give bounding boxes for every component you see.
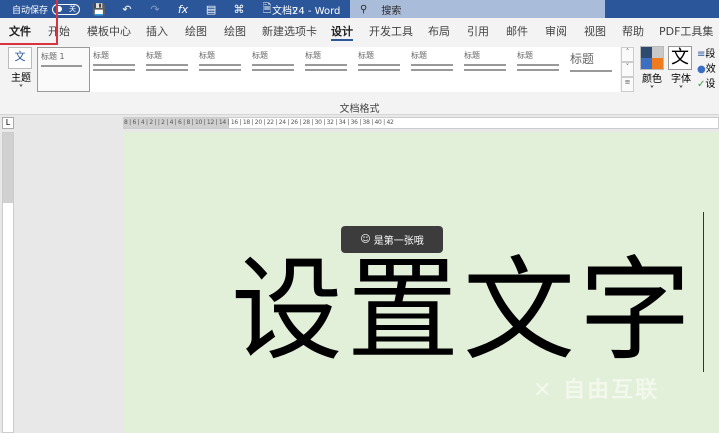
colors-label: 颜色 bbox=[642, 74, 662, 85]
tab-draw[interactable]: 绘图 bbox=[185, 25, 207, 38]
watermark-logo: ✕ 自由互联 bbox=[533, 378, 660, 403]
style-set-item[interactable]: 标题 bbox=[567, 47, 620, 92]
style-set-gallery: 标题 1 标题 标题 标题 标题 标题 标题 标题 标题 标题 标题 bbox=[37, 47, 620, 92]
format-side-buttons: ≡段 ●效 ✓设 bbox=[697, 47, 719, 92]
style-set-label: 标题 bbox=[146, 51, 162, 60]
tab-draw-2[interactable]: 绘图 bbox=[224, 25, 246, 38]
style-set-item[interactable]: 标题 bbox=[143, 47, 196, 92]
toggle-state: 关 bbox=[69, 5, 77, 13]
gallery-scroll[interactable]: ˄ ˅ ≡ bbox=[621, 47, 634, 92]
document-title: 文档24 - Word bbox=[272, 6, 341, 17]
fonts-icon: 文 bbox=[668, 46, 692, 70]
tab-selector[interactable]: L bbox=[2, 117, 14, 129]
save-icon[interactable]: 💾 bbox=[90, 3, 108, 16]
style-set-label: 标题 bbox=[517, 51, 533, 60]
undo-icon[interactable]: ↶ bbox=[118, 3, 136, 16]
colors-button[interactable]: 颜色 ˅ bbox=[638, 46, 666, 96]
vertical-ruler[interactable] bbox=[2, 132, 14, 433]
title-bar: 自动保存 关 💾 ↶ ↷ fx ▤ ⌘ 🗎 ▿ 文档24 - Word ⚲ 搜索 bbox=[0, 0, 719, 18]
style-set-item[interactable]: 标题 bbox=[408, 47, 461, 92]
gallery-more-icon[interactable]: ≡ bbox=[621, 77, 634, 92]
fonts-button[interactable]: 文 字体 ˅ bbox=[668, 46, 694, 96]
set-default-label: 设 bbox=[705, 79, 716, 90]
text-cursor bbox=[703, 212, 704, 372]
tab-insert[interactable]: 插入 bbox=[146, 25, 168, 38]
style-set-item[interactable]: 标题 bbox=[196, 47, 249, 92]
document-page[interactable]: 设置文字 ☺ 是第一张哦 ✕ 自由互联 bbox=[123, 132, 719, 433]
redo-icon[interactable]: ↷ bbox=[146, 3, 164, 16]
document-text[interactable]: 设置文字 bbox=[231, 220, 695, 382]
tab-help[interactable]: 帮助 bbox=[622, 25, 644, 38]
style-set-label: 标题 bbox=[464, 51, 480, 60]
formula-icon[interactable]: fx bbox=[174, 3, 192, 16]
theme-icon: 文 bbox=[8, 47, 32, 69]
org-chart-icon[interactable]: ⌘ bbox=[230, 3, 248, 16]
fonts-label: 字体 bbox=[671, 74, 691, 85]
smile-icon: ☺ bbox=[360, 234, 371, 245]
style-set-label: 标题 bbox=[358, 51, 374, 60]
highlight-box bbox=[0, 0, 58, 45]
style-set-item[interactable]: 标题 bbox=[90, 47, 143, 92]
ruler-ticks: 8 | 6 | 4 | 2 | | 2 | 4 | 6 | 8 | 10 | 1… bbox=[124, 119, 394, 126]
search-placeholder: 搜索 bbox=[381, 5, 402, 17]
ribbon-tabs: 文件 开始 模板中心 插入 绘图 绘图 新建选项卡 设计 开发工具 布局 引用 … bbox=[0, 18, 719, 45]
style-set-label: 标题 1 bbox=[41, 52, 65, 61]
style-set-item[interactable]: 标题 bbox=[355, 47, 408, 92]
search-box[interactable]: ⚲ 搜索 bbox=[350, 0, 605, 18]
scroll-down-icon[interactable]: ˅ bbox=[621, 62, 634, 77]
form-icon[interactable]: ▤ bbox=[202, 3, 220, 16]
style-set-item[interactable]: 标题 1 bbox=[37, 47, 90, 92]
paragraph-spacing-label: 段 bbox=[705, 49, 716, 60]
style-set-item[interactable]: 标题 bbox=[461, 47, 514, 92]
style-set-item[interactable]: 标题 bbox=[514, 47, 567, 92]
tab-references[interactable]: 引用 bbox=[467, 25, 489, 38]
themes-label: 主题 bbox=[11, 73, 31, 84]
effects-button[interactable]: ●效 bbox=[697, 62, 719, 77]
tooltip-text: 是第一张哦 bbox=[373, 236, 424, 247]
set-default-button[interactable]: ✓设 bbox=[697, 77, 719, 92]
tab-new-tab[interactable]: 新建选项卡 bbox=[262, 25, 317, 38]
tooltip: ☺ 是第一张哦 bbox=[341, 226, 443, 253]
paragraph-spacing-button[interactable]: ≡段 bbox=[697, 47, 719, 62]
tab-design[interactable]: 设计 bbox=[331, 25, 353, 41]
style-set-label: 标题 bbox=[93, 51, 109, 60]
tab-pdf-tools[interactable]: PDF工具集 bbox=[659, 25, 713, 38]
tab-review[interactable]: 审阅 bbox=[545, 25, 567, 38]
chevron-down-icon: ˅ bbox=[18, 84, 24, 95]
style-set-label: 标题 bbox=[570, 52, 595, 66]
tab-view[interactable]: 视图 bbox=[584, 25, 606, 38]
effects-icon: ● bbox=[697, 64, 706, 75]
chevron-down-icon: ˅ bbox=[649, 85, 655, 96]
tab-template-center[interactable]: 模板中心 bbox=[87, 25, 131, 38]
style-set-label: 标题 bbox=[252, 51, 268, 60]
colors-icon bbox=[640, 46, 664, 70]
scroll-up-icon[interactable]: ˄ bbox=[621, 47, 634, 62]
themes-button[interactable]: 文 主题 ˅ bbox=[8, 47, 34, 95]
style-set-label: 标题 bbox=[199, 51, 215, 60]
style-set-label: 标题 bbox=[305, 51, 321, 60]
style-set-item[interactable]: 标题 bbox=[249, 47, 302, 92]
tab-layout[interactable]: 布局 bbox=[428, 25, 450, 38]
style-set-label: 标题 bbox=[411, 51, 427, 60]
group-label: 文档格式 bbox=[339, 104, 380, 115]
tab-mailings[interactable]: 邮件 bbox=[506, 25, 528, 38]
ribbon-design: 文 主题 ˅ 标题 1 标题 标题 标题 标题 标题 标题 标题 标题 标题 标… bbox=[0, 45, 719, 115]
search-icon: ⚲ bbox=[360, 3, 368, 15]
chevron-down-icon: ˅ bbox=[678, 85, 684, 96]
effects-label: 效 bbox=[705, 64, 716, 75]
tab-developer[interactable]: 开发工具 bbox=[369, 25, 413, 38]
watermark-text: 自由互联 bbox=[563, 378, 660, 403]
horizontal-ruler[interactable]: 8 | 6 | 4 | 2 | | 2 | 4 | 6 | 8 | 10 | 1… bbox=[123, 117, 719, 129]
style-set-item[interactable]: 标题 bbox=[302, 47, 355, 92]
